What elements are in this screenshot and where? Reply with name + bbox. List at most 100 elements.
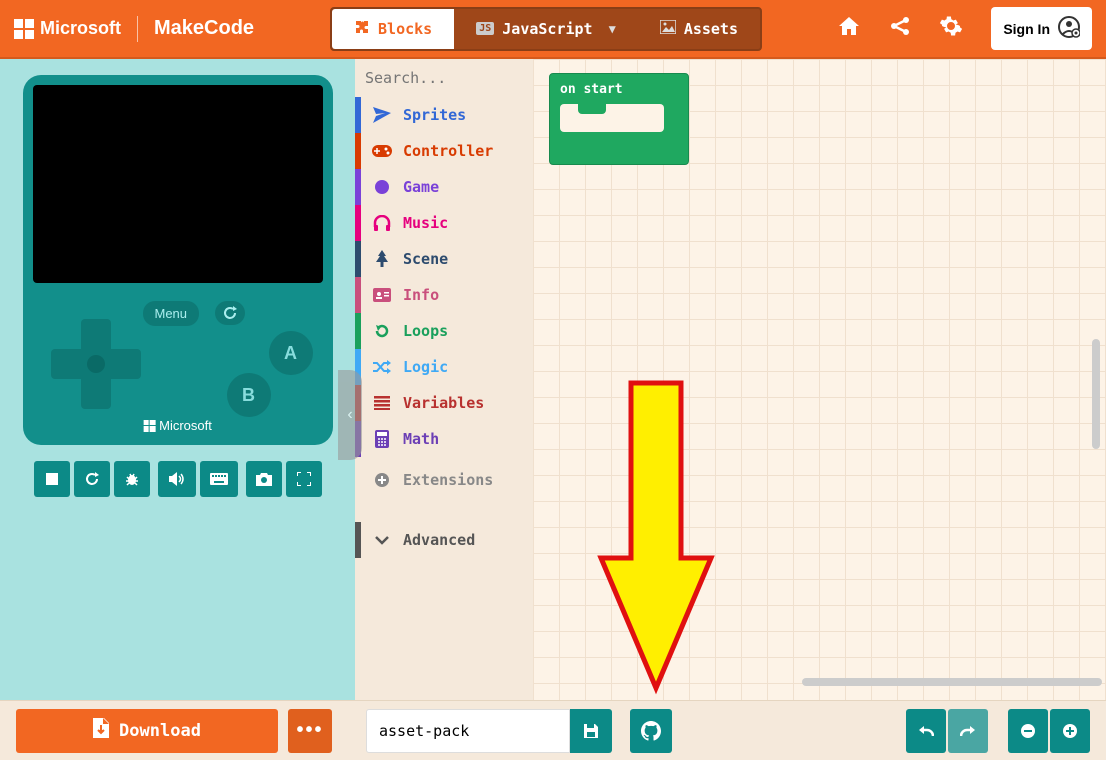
category-sprites[interactable]: Sprites (355, 97, 533, 133)
js-icon: JS (476, 22, 494, 35)
bottom-bar: Download ••• (0, 700, 1106, 760)
category-controller[interactable]: Controller (355, 133, 533, 169)
headphones-icon (371, 215, 393, 231)
tab-blocks-label: Blocks (378, 20, 432, 38)
image-icon (660, 20, 676, 38)
category-scene[interactable]: Scene (355, 241, 533, 277)
puzzle-icon (354, 19, 370, 39)
dpad[interactable] (51, 319, 141, 409)
stop-button[interactable] (34, 461, 70, 497)
simulator-panel: Menu A B Microsoft (0, 59, 355, 700)
header: Microsoft MakeCode Blocks JS JavaScript … (0, 0, 1106, 59)
device-controls: Menu A B (33, 301, 323, 431)
category-label: Extensions (403, 471, 493, 489)
logo-group[interactable]: Microsoft MakeCode (14, 16, 254, 42)
b-button[interactable]: B (227, 373, 271, 417)
redo-icon (371, 323, 393, 339)
category-info[interactable]: Info (355, 277, 533, 313)
vertical-scrollbar[interactable] (1092, 339, 1100, 449)
category-label: Controller (403, 142, 493, 160)
chevron-down-icon[interactable]: ▼ (609, 22, 616, 36)
category-label: Scene (403, 250, 448, 268)
signin-button[interactable]: Sign In (991, 7, 1092, 50)
undo-button[interactable] (906, 709, 946, 753)
header-divider (137, 16, 138, 42)
tab-js-label: JavaScript (502, 20, 592, 38)
device-footer: Microsoft (143, 418, 212, 433)
undo-redo-group (906, 709, 988, 753)
a-button[interactable]: A (269, 331, 313, 375)
save-button[interactable] (570, 709, 612, 753)
simulator-device: Menu A B Microsoft (23, 75, 333, 445)
plus-circle-icon (371, 472, 393, 488)
category-label: Variables (403, 394, 484, 412)
workspace[interactable]: on start (533, 59, 1106, 700)
zoom-group (1008, 709, 1090, 753)
gear-icon[interactable] (939, 14, 963, 44)
collapse-simulator-button[interactable]: ‹ (338, 370, 362, 460)
horizontal-scrollbar[interactable] (802, 678, 1102, 686)
category-music[interactable]: Music (355, 205, 533, 241)
id-card-icon (371, 288, 393, 302)
category-logic[interactable]: Logic (355, 349, 533, 385)
main: Menu A B Microsoft (0, 59, 1106, 700)
zoom-out-button[interactable] (1008, 709, 1048, 753)
menu-button[interactable]: Menu (143, 301, 200, 326)
microsoft-label: Microsoft (40, 18, 121, 39)
gamepad-icon (371, 145, 393, 157)
simulator-screen[interactable] (33, 85, 323, 283)
block-label: on start (560, 82, 623, 97)
category-label: Info (403, 286, 439, 304)
download-label: Download (119, 721, 201, 741)
project-name-input[interactable] (366, 709, 570, 753)
mute-button[interactable] (158, 461, 196, 497)
category-loops[interactable]: Loops (355, 313, 533, 349)
category-game[interactable]: Game (355, 169, 533, 205)
category-label: Advanced (403, 531, 475, 549)
brand-label: MakeCode (154, 17, 254, 40)
toolbox-search (355, 59, 533, 97)
github-button[interactable] (630, 709, 672, 753)
home-icon[interactable] (837, 15, 861, 43)
category-extensions[interactable]: Extensions (355, 457, 533, 498)
microsoft-icon (14, 19, 34, 39)
category-label: Sprites (403, 106, 466, 124)
microsoft-icon (143, 420, 155, 432)
list-icon (371, 396, 393, 410)
tab-javascript[interactable]: JS JavaScript ▼ (454, 9, 638, 49)
tab-assets[interactable]: Assets (638, 9, 760, 49)
header-right: Sign In (837, 7, 1092, 50)
share-icon[interactable] (889, 15, 911, 43)
download-button[interactable]: Download (16, 709, 278, 753)
category-advanced[interactable]: Advanced (355, 522, 533, 558)
screenshot-button[interactable] (246, 461, 282, 497)
on-start-block[interactable]: on start (549, 73, 689, 165)
paper-plane-icon (371, 107, 393, 123)
download-options-button[interactable]: ••• (288, 709, 332, 753)
download-icon (93, 718, 109, 743)
tab-assets-label: Assets (684, 20, 738, 38)
tab-blocks[interactable]: Blocks (332, 9, 454, 49)
chevron-down-icon (371, 535, 393, 545)
category-label: Loops (403, 322, 448, 340)
signin-label: Sign In (1003, 21, 1050, 37)
keyboard-button[interactable] (200, 461, 238, 497)
debug-button[interactable] (114, 461, 150, 497)
redo-button[interactable] (948, 709, 988, 753)
toolbox: Sprites Controller Game Music Scene Info… (355, 59, 533, 700)
project-name-group (366, 709, 612, 753)
category-label: Music (403, 214, 448, 232)
category-variables[interactable]: Variables (355, 385, 533, 421)
microsoft-logo: Microsoft (14, 18, 121, 39)
user-icon (1058, 16, 1080, 41)
fullscreen-button[interactable] (286, 461, 322, 497)
simulator-toolbar (34, 461, 322, 497)
zoom-in-button[interactable] (1050, 709, 1090, 753)
editor-tabs: Blocks JS JavaScript ▼ Assets (330, 7, 762, 51)
category-label: Logic (403, 358, 448, 376)
restart-button[interactable] (74, 461, 110, 497)
tree-icon (371, 250, 393, 268)
search-input[interactable] (365, 69, 556, 87)
reset-button[interactable] (215, 301, 245, 325)
category-math[interactable]: Math (355, 421, 533, 457)
